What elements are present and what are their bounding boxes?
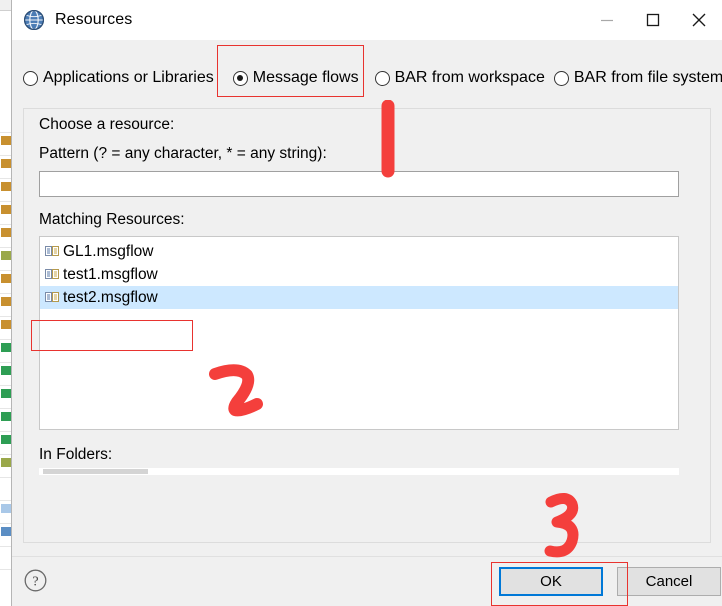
list-item-label: GL1.msgflow (63, 242, 154, 260)
radio-label: Message flows (252, 69, 359, 86)
help-icon[interactable]: ? (23, 568, 48, 593)
radio-label: Applications or Libraries (43, 69, 214, 86)
radio-message-flows[interactable]: Message flows (232, 69, 359, 87)
scrollbar-thumb[interactable] (43, 469, 148, 474)
close-button[interactable] (676, 0, 722, 40)
minimize-button[interactable] (584, 0, 630, 40)
dialog-titlebar[interactable]: Resources (12, 0, 722, 40)
radio-bar-from-file-system[interactable]: BAR from file system (553, 69, 722, 87)
svg-text:?: ? (32, 575, 38, 590)
globe-icon (23, 9, 45, 31)
list-item-selected[interactable]: test2.msgflow (40, 286, 678, 309)
in-folders-scrollbar[interactable] (39, 468, 679, 475)
pattern-input[interactable] (39, 171, 679, 197)
list-item-label: test1.msgflow (63, 265, 158, 283)
radio-label: BAR from workspace (394, 69, 545, 86)
dialog-body: Applications or Libraries Message flows … (12, 40, 722, 606)
list-item-label: test2.msgflow (63, 288, 158, 306)
resources-dialog: Resources Applications or Libraries Mess… (11, 0, 722, 606)
ok-button[interactable]: OK (499, 567, 603, 596)
button-bar-separator (12, 556, 722, 557)
matching-resources-label: Matching Resources: (39, 211, 185, 228)
radio-circle-icon (23, 70, 38, 86)
radio-circle-selected-icon (232, 70, 248, 86)
maximize-button[interactable] (630, 0, 676, 40)
msgflow-icon (45, 245, 60, 258)
cancel-button[interactable]: Cancel (617, 567, 721, 596)
choose-resource-label: Choose a resource: (39, 116, 175, 133)
radio-circle-icon (374, 70, 390, 86)
pattern-label: Pattern (? = any character, * = any stri… (39, 145, 327, 162)
dialog-title: Resources (55, 11, 133, 28)
radio-bar-from-workspace[interactable]: BAR from workspace (374, 69, 545, 87)
list-item[interactable]: test1.msgflow (40, 263, 678, 286)
msgflow-icon (45, 291, 60, 304)
matching-resources-list[interactable]: GL1.msgflow test1.msgflow test2.msgflow (39, 236, 679, 430)
radio-circle-icon (553, 70, 569, 86)
radio-label: BAR from file system (573, 69, 722, 86)
window-controls (584, 0, 722, 40)
list-item[interactable]: GL1.msgflow (40, 240, 678, 263)
radio-applications-or-libraries[interactable]: Applications or Libraries (23, 69, 214, 87)
in-folders-label: In Folders: (39, 446, 113, 463)
resource-type-radio-group: Applications or Libraries Message flows … (12, 63, 722, 93)
msgflow-icon (45, 268, 60, 281)
